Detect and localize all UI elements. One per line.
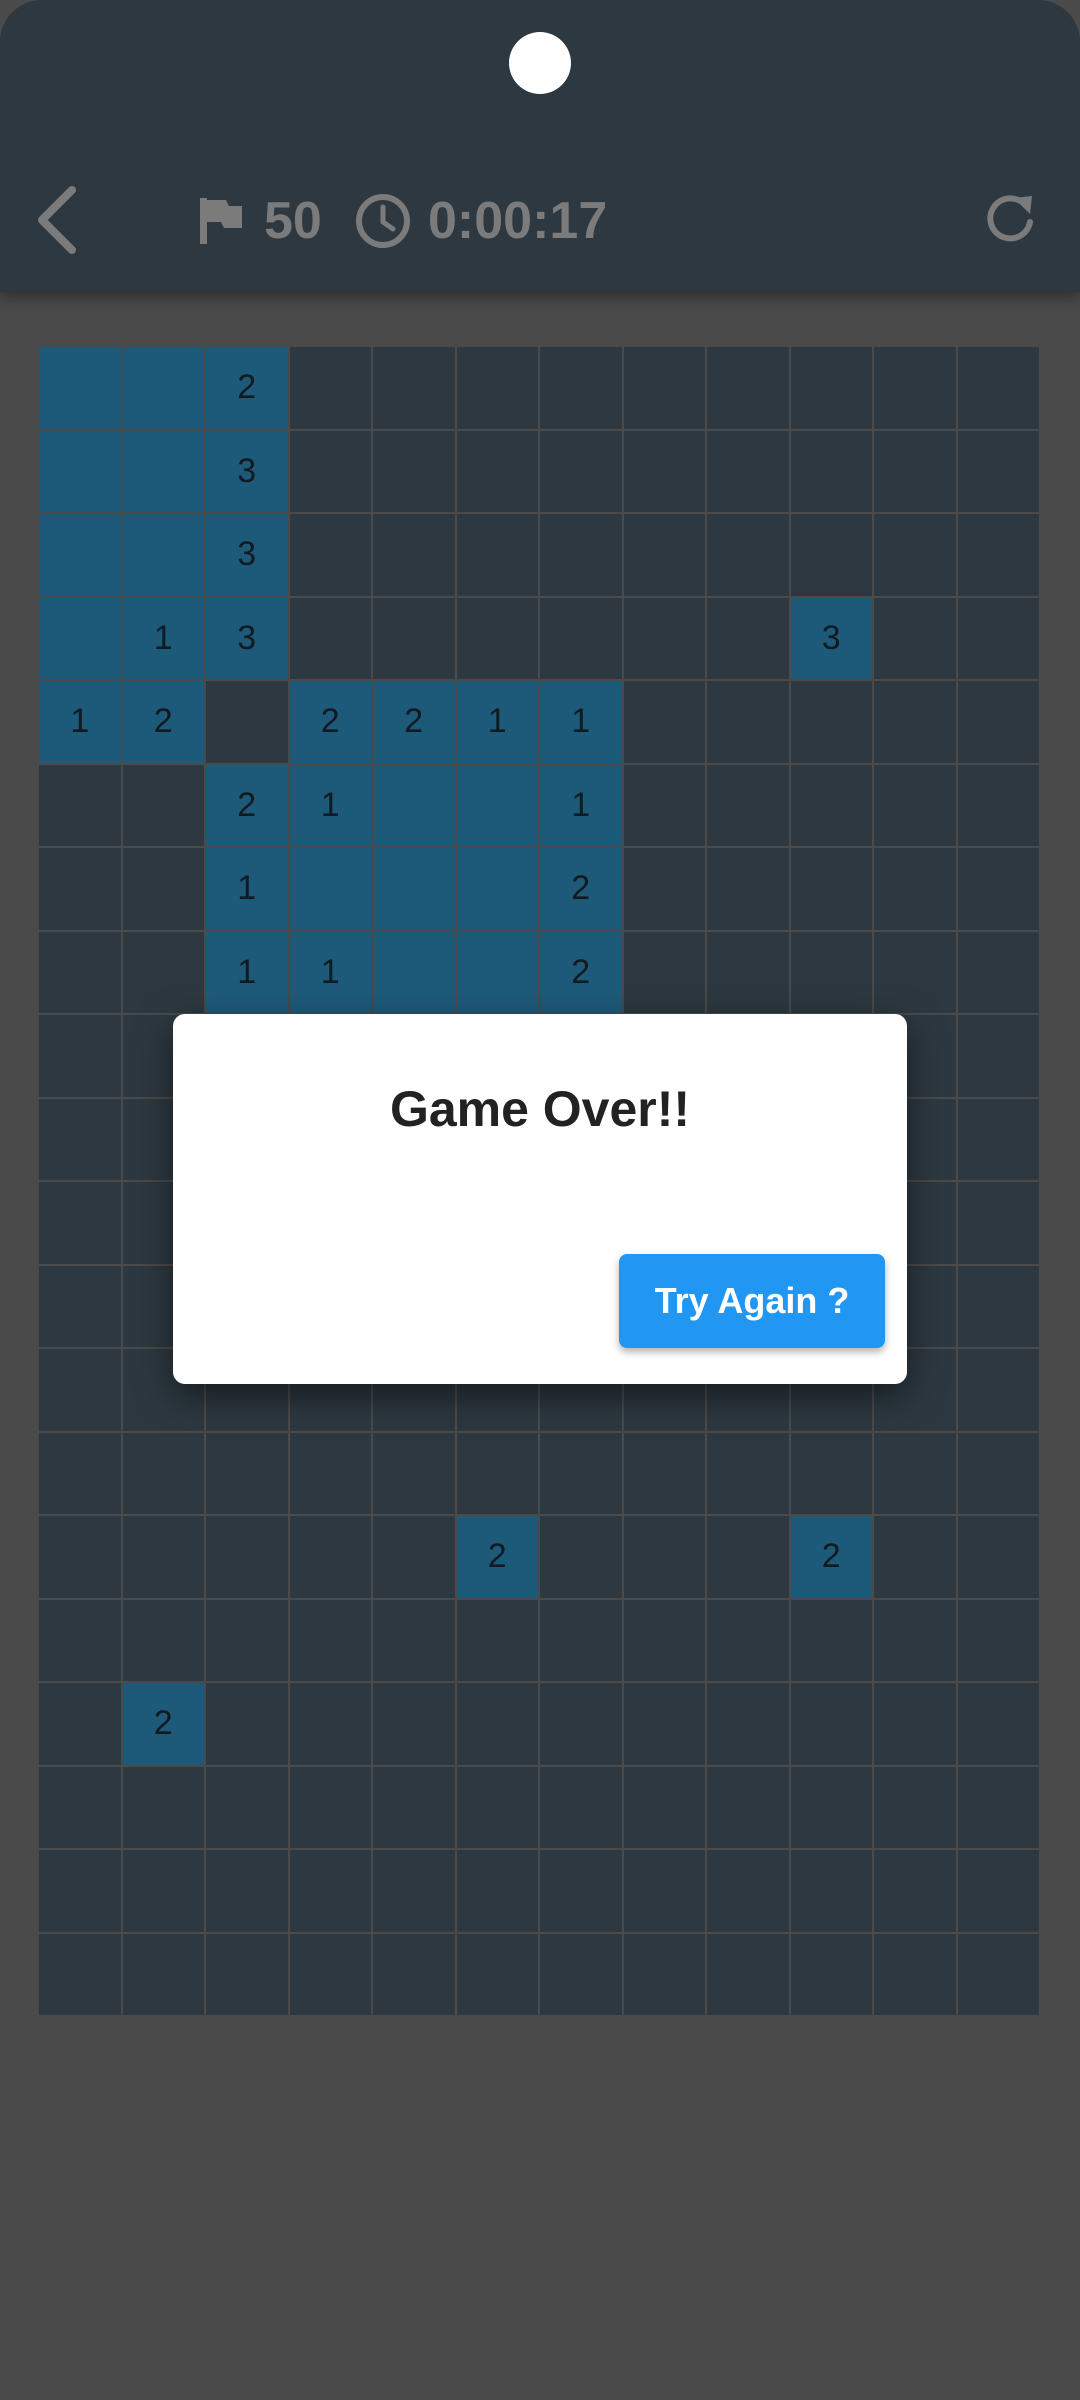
modal-overlay: Game Over!! Try Again ?: [0, 0, 1080, 2400]
screen: 50 0:00:17 23313312221121112112222 Game …: [0, 0, 1080, 2400]
game-over-dialog: Game Over!! Try Again ?: [173, 1014, 907, 1384]
try-again-button[interactable]: Try Again ?: [619, 1254, 885, 1348]
dialog-title: Game Over!!: [389, 1081, 691, 1137]
